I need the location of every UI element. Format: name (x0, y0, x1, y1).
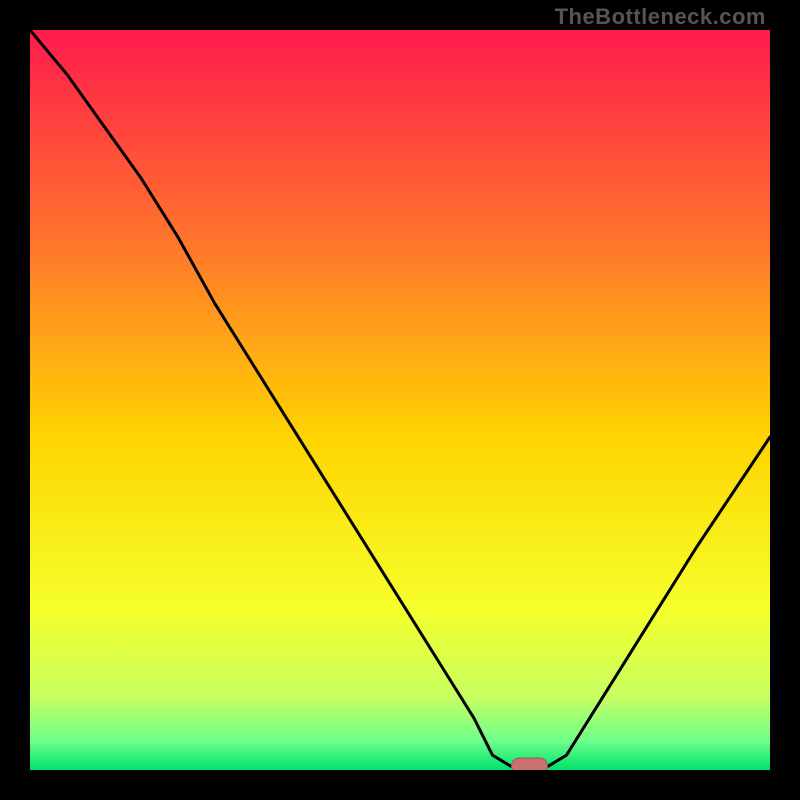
chart-frame: TheBottleneck.com (0, 0, 800, 800)
watermark-text: TheBottleneck.com (555, 4, 766, 30)
gradient-background (30, 30, 770, 770)
plot-area (30, 30, 770, 770)
optimum-marker (512, 758, 548, 770)
plot-svg (30, 30, 770, 770)
